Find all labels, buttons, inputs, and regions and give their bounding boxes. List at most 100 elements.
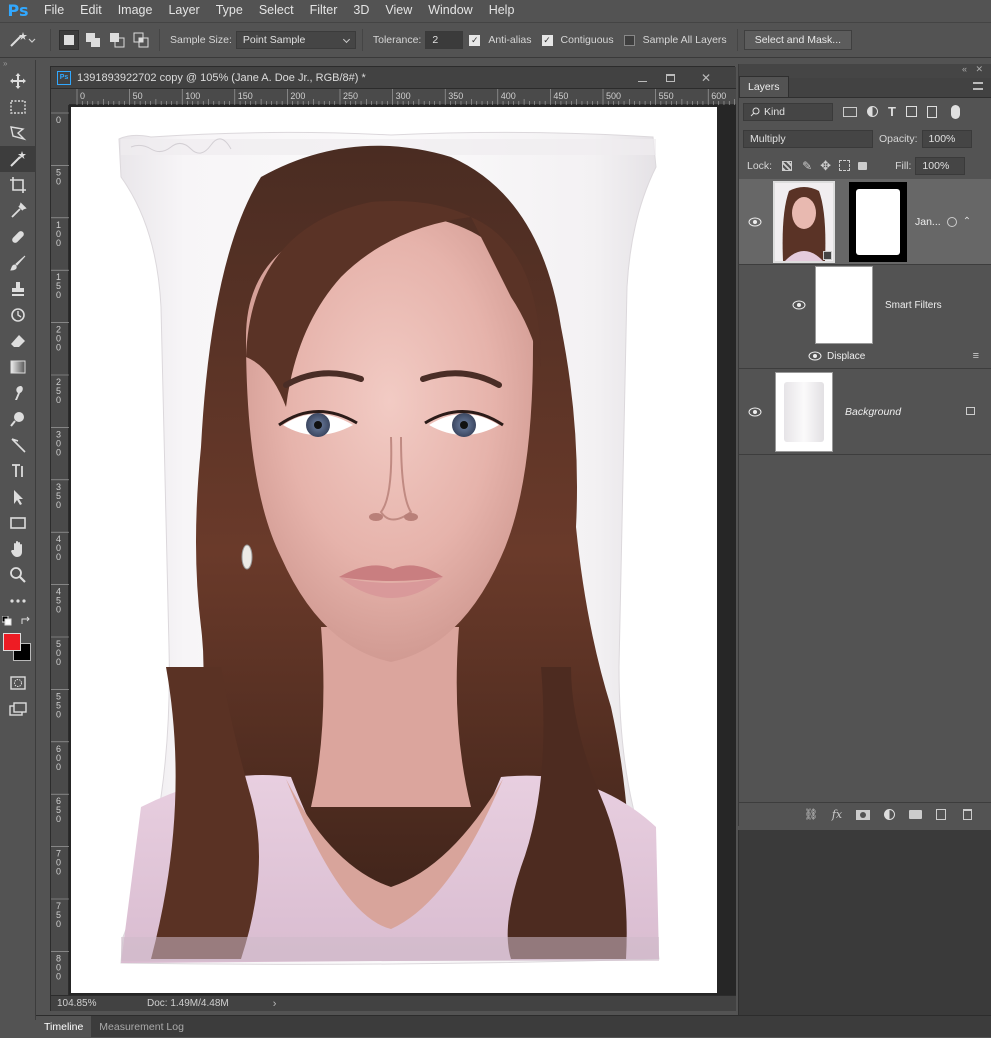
vertical-ruler[interactable]: 0501001502002503003504004505005506006507…	[51, 105, 69, 995]
document-tab[interactable]: Ps 1391893922702 copy @ 105% (Jane A. Do…	[51, 67, 736, 89]
fill-input[interactable]: 100%	[915, 156, 966, 175]
lock-pixels-icon[interactable]: ✎	[802, 159, 812, 173]
menu-type[interactable]: Type	[208, 0, 251, 20]
visibility-eye-icon[interactable]	[743, 215, 767, 229]
smart-object-filter-icon[interactable]	[926, 105, 937, 118]
tab-timeline[interactable]: Timeline	[36, 1015, 92, 1038]
link-layers-icon[interactable]: ⛓	[798, 805, 824, 825]
displace-eye-icon[interactable]	[803, 349, 827, 363]
brush-tool[interactable]	[0, 250, 36, 276]
select-and-mask-button[interactable]: Select and Mask...	[743, 30, 853, 50]
history-brush-tool[interactable]	[0, 302, 36, 328]
quick-mask-button[interactable]	[0, 670, 36, 696]
horizontal-ruler[interactable]: 0 50 100 150 200 250 300 350 400 450 500 550 600	[69, 89, 756, 105]
healing-brush-tool[interactable]	[0, 224, 36, 250]
opacity-input[interactable]: 100%	[921, 129, 972, 148]
shape-filter-icon[interactable]	[905, 106, 917, 117]
ruler-origin[interactable]	[51, 89, 69, 105]
add-to-selection-button[interactable]	[83, 30, 103, 50]
menu-file[interactable]: File	[36, 0, 72, 20]
displace-filter-row[interactable]: Displace ≡	[739, 345, 991, 367]
document-size-info[interactable]: Doc: 1.49M/4.48M	[147, 998, 229, 1009]
new-selection-button[interactable]	[59, 30, 79, 50]
edit-toolbar-button[interactable]	[0, 588, 36, 614]
lock-transparency-icon[interactable]	[782, 160, 793, 171]
visibility-eye-icon[interactable]	[743, 405, 767, 419]
close-button[interactable]: ✕	[693, 67, 719, 89]
blend-mode-select[interactable]: Multiply	[743, 129, 873, 148]
delete-layer-trash-icon[interactable]	[954, 805, 980, 825]
layer-name[interactable]: Background	[845, 406, 901, 418]
intersect-selection-button[interactable]	[131, 30, 151, 50]
smart-filter-mask-thumbnail[interactable]	[815, 266, 873, 344]
move-tool[interactable]	[0, 68, 36, 94]
minimize-button[interactable]	[629, 67, 655, 89]
pen-tool[interactable]	[0, 432, 36, 458]
layer-style-fx-icon[interactable]: fx	[824, 805, 850, 825]
collapse-panel-icon[interactable]: «	[962, 64, 967, 74]
new-group-folder-icon[interactable]	[902, 805, 928, 825]
anti-alias-checkbox[interactable]: ✓	[469, 34, 481, 46]
new-layer-icon[interactable]	[928, 805, 954, 825]
screen-mode-button[interactable]	[0, 696, 36, 722]
menu-layer[interactable]: Layer	[160, 0, 207, 20]
adjustment-layer-icon[interactable]	[876, 805, 902, 825]
adjustment-filter-icon[interactable]	[867, 106, 878, 117]
menu-filter[interactable]: Filter	[302, 0, 346, 20]
collapse-effects-icon[interactable]: ⌃	[963, 216, 971, 227]
layer-name[interactable]: Jan...	[915, 216, 941, 228]
filter-blending-options-icon[interactable]: ≡	[973, 350, 979, 362]
lock-artboard-icon[interactable]	[839, 160, 851, 171]
type-filter-icon[interactable]: T	[888, 104, 896, 119]
smart-filters-row[interactable]: Smart Filters	[739, 265, 991, 345]
blur-tool[interactable]	[0, 380, 36, 406]
status-menu-arrow-icon[interactable]: ›	[273, 998, 277, 1010]
default-colors-icon[interactable]	[2, 616, 12, 626]
eyedropper-tool[interactable]	[0, 198, 36, 224]
smart-filter-icon[interactable]	[946, 216, 957, 227]
smart-filters-eye-icon[interactable]	[787, 298, 811, 312]
maximize-button[interactable]	[657, 67, 683, 89]
magic-wand-tool[interactable]	[0, 146, 36, 172]
layer-row-jane[interactable]: Jan... ⌃	[739, 179, 991, 265]
tab-layers[interactable]: Layers	[739, 76, 789, 97]
background-thumbnail[interactable]	[775, 371, 833, 452]
lock-all-icon[interactable]	[858, 161, 868, 170]
layer-thumbnail[interactable]	[773, 180, 835, 263]
canvas-area[interactable]	[69, 105, 736, 995]
clone-stamp-tool[interactable]	[0, 276, 36, 302]
add-mask-icon[interactable]	[850, 805, 876, 825]
lock-position-icon[interactable]: ✥	[820, 158, 831, 174]
swap-colors-icon[interactable]	[20, 616, 32, 626]
subtract-from-selection-button[interactable]	[107, 30, 127, 50]
tool-preset-picker[interactable]	[0, 25, 44, 55]
menu-select[interactable]: Select	[251, 0, 302, 20]
gradient-tool[interactable]	[0, 354, 36, 380]
canvas[interactable]	[71, 107, 717, 993]
dodge-tool[interactable]	[0, 406, 36, 432]
hand-tool[interactable]	[0, 536, 36, 562]
menu-help[interactable]: Help	[481, 0, 523, 20]
sample-size-select[interactable]: Point Sample	[235, 31, 356, 49]
filter-kind-select[interactable]: Kind	[743, 102, 833, 121]
layer-row-background[interactable]: Background	[739, 369, 991, 455]
menu-image[interactable]: Image	[110, 0, 161, 20]
menu-3d[interactable]: 3D	[345, 0, 377, 20]
pixel-filter-icon[interactable]	[843, 106, 857, 117]
filter-toggle-icon[interactable]	[950, 104, 960, 119]
sample-all-layers-checkbox[interactable]	[623, 34, 635, 46]
menu-view[interactable]: View	[377, 0, 420, 20]
tolerance-input[interactable]: 2	[425, 31, 464, 49]
close-panel-icon[interactable]: ✕	[975, 64, 983, 75]
zoom-tool[interactable]	[0, 562, 36, 588]
type-tool[interactable]	[0, 458, 36, 484]
panel-collapse-icon[interactable]: »	[0, 60, 35, 68]
menu-edit[interactable]: Edit	[72, 0, 110, 20]
layer-mask-thumbnail[interactable]	[849, 181, 907, 262]
foreground-color-swatch[interactable]	[3, 633, 21, 651]
contiguous-checkbox[interactable]: ✓	[541, 34, 553, 46]
marquee-tool[interactable]	[0, 94, 36, 120]
rectangle-tool[interactable]	[0, 510, 36, 536]
panel-menu-icon[interactable]	[973, 82, 983, 90]
eraser-tool[interactable]	[0, 328, 36, 354]
